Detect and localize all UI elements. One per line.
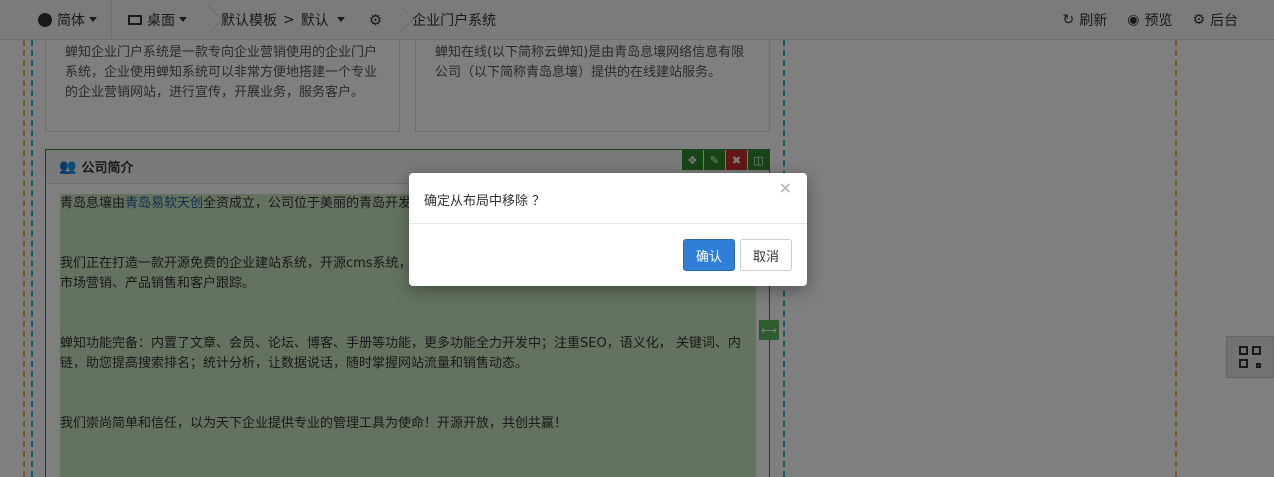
dialog-message: 确定从布局中移除 ？ xyxy=(424,194,546,209)
cancel-button[interactable]: 取消 xyxy=(740,239,792,271)
close-icon[interactable]: × xyxy=(779,178,792,197)
dialog-divider xyxy=(409,223,807,224)
confirm-remove-dialog: × 确定从布局中移除 ？ 确认 取消 xyxy=(409,173,807,286)
confirm-button[interactable]: 确认 xyxy=(683,239,735,271)
